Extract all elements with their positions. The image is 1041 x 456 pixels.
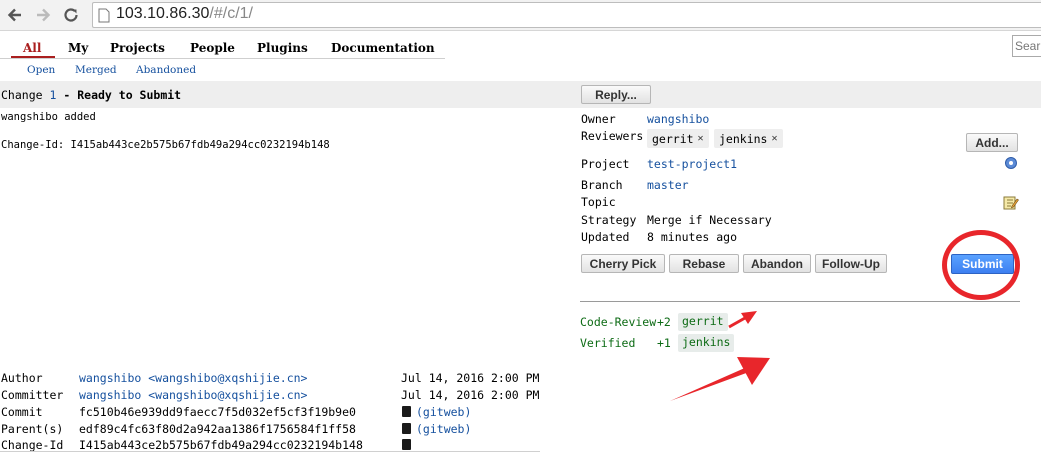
commit-message-changeid: Change-Id: I415ab443ce2b575b67fdb49a294c… <box>1 139 330 151</box>
back-arrow-icon <box>7 8 21 22</box>
copy-parent-icon[interactable] <box>402 423 411 437</box>
reviewer-chip: gerrit ✕ <box>647 129 709 148</box>
changeid-label: Change-Id <box>1 438 64 452</box>
branch-link[interactable]: master <box>647 178 689 192</box>
remove-reviewer-icon[interactable]: ✕ <box>771 133 777 144</box>
search-input[interactable]: Sear <box>1012 35 1041 57</box>
change-title: Change 1 - Ready to Submit <box>1 88 181 102</box>
owner-label: Owner <box>581 112 616 126</box>
author-link[interactable]: wangshibo <wangshibo@xqshijie.cn> <box>79 371 307 385</box>
change-status: Ready to Submit <box>77 88 182 102</box>
committer-link[interactable]: wangshibo <wangshibo@xqshijie.cn> <box>79 388 307 402</box>
menu-people[interactable]: People <box>190 41 235 55</box>
forward-button[interactable] <box>31 3 55 27</box>
gitweb-parent-link[interactable]: (gitweb) <box>416 422 471 436</box>
author-label: Author <box>1 371 43 385</box>
gear-icon[interactable] <box>1004 156 1018 170</box>
parent-label: Parent(s) <box>1 422 64 436</box>
project-label: Project <box>581 157 630 171</box>
branch-label: Branch <box>581 178 623 192</box>
labels-divider <box>580 301 1020 302</box>
code-review-label: Code-Review <box>580 315 657 329</box>
change-number-link[interactable]: 1 <box>49 88 56 102</box>
submenu-abandoned[interactable]: Abandoned <box>136 64 196 76</box>
clipboard-icon <box>402 423 411 434</box>
reviewer-name[interactable]: jenkins <box>719 132 767 146</box>
edit-topic-icon[interactable] <box>1003 195 1019 210</box>
owner-link[interactable]: wangshibo <box>647 112 709 126</box>
parent-hash: edf89c4fc63f80d2a942aa1386f1756584f1ff58 <box>79 422 356 436</box>
page-icon <box>98 8 110 23</box>
remove-reviewer-icon[interactable]: ✕ <box>698 133 704 144</box>
commit-message-line: wangshibo added <box>1 111 96 123</box>
reviewer-name[interactable]: gerrit <box>652 132 694 146</box>
menu-projects[interactable]: Projects <box>110 41 165 55</box>
author-date: Jul 14, 2016 2:00 PM <box>401 371 540 385</box>
verified-score: +1 <box>657 336 671 350</box>
menu-plugins[interactable]: Plugins <box>257 41 308 55</box>
project-link[interactable]: test-project1 <box>647 157 737 171</box>
menu-my[interactable]: My <box>68 41 88 55</box>
submenu-merged[interactable]: Merged <box>75 64 117 76</box>
back-button[interactable] <box>3 3 27 27</box>
reviewers-label: Reviewers <box>581 129 644 143</box>
annotation-circle <box>942 230 1020 300</box>
menu-all[interactable]: All <box>23 41 41 55</box>
rebase-button[interactable]: Rebase <box>669 254 739 273</box>
clipboard-icon <box>402 439 411 450</box>
code-review-voter[interactable]: gerrit <box>678 313 728 331</box>
annotation-arrow-short <box>728 311 757 329</box>
cherry-pick-button[interactable]: Cherry Pick <box>581 254 665 273</box>
gitweb-commit-link[interactable]: (gitweb) <box>416 405 471 419</box>
reload-icon <box>64 8 78 22</box>
clipboard-icon <box>402 406 411 417</box>
code-review-score: +2 <box>657 315 671 329</box>
annotation-arrow-long <box>670 357 770 401</box>
follow-up-button[interactable]: Follow-Up <box>815 254 887 273</box>
url-path: /#/c/1/ <box>209 5 253 22</box>
abandon-button[interactable]: Abandon <box>743 254 811 273</box>
submenu-open[interactable]: Open <box>27 64 55 76</box>
change-prefix: Change <box>1 88 43 102</box>
updated-label: Updated <box>581 230 630 244</box>
verified-label: Verified <box>580 336 636 350</box>
reviewer-chip: jenkins ✕ <box>714 129 783 148</box>
topic-label: Topic <box>581 195 616 209</box>
strategy-value: Merge if Necessary <box>647 213 772 227</box>
forward-arrow-icon <box>37 8 51 22</box>
change-separator: - <box>63 88 71 102</box>
reload-button[interactable] <box>59 3 83 27</box>
commit-hash: fc510b46e939dd9faecc7f5d032ef5cf3f19b9e0 <box>79 405 356 419</box>
menu-documentation[interactable]: Documentation <box>331 41 435 55</box>
strategy-label: Strategy <box>581 213 637 227</box>
committer-date: Jul 14, 2016 2:00 PM <box>401 388 540 402</box>
commit-label: Commit <box>1 405 43 419</box>
add-reviewer-button[interactable]: Add... <box>966 133 1018 152</box>
menu-divider <box>0 58 445 59</box>
url-text[interactable]: 103.10.86.30/#/c/1/ <box>116 5 253 23</box>
reply-button[interactable]: Reply... <box>581 85 651 104</box>
committer-label: Committer <box>1 388 64 402</box>
changeid-value: I415ab443ce2b575b67fdb49a294cc0232194b14… <box>79 438 363 452</box>
bottom-divider <box>0 451 540 452</box>
updated-value: 8 minutes ago <box>647 230 738 244</box>
copy-commit-icon[interactable] <box>402 406 411 420</box>
verified-voter[interactable]: jenkins <box>678 334 735 352</box>
url-host: 103.10.86.30 <box>116 5 210 22</box>
